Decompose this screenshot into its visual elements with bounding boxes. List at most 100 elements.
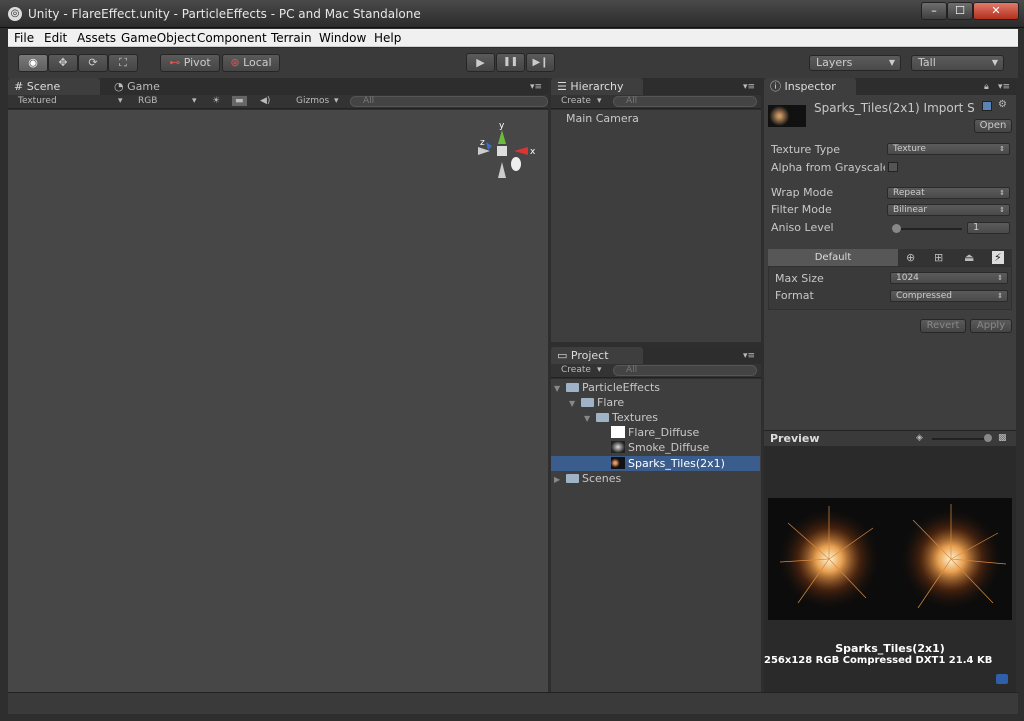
hierarchy-create-button[interactable]: Create xyxy=(561,96,591,106)
gizmo-neg-y-cone[interactable] xyxy=(498,162,506,178)
menu-help[interactable]: Help xyxy=(374,31,401,45)
gizmo-neg-z-cone[interactable] xyxy=(511,157,521,171)
maximize-button[interactable]: ☐ xyxy=(947,2,973,20)
open-button[interactable]: Open xyxy=(974,119,1012,133)
menu-component[interactable]: Component xyxy=(197,31,267,45)
scene-search-input[interactable]: All xyxy=(350,96,548,107)
step-button[interactable]: ▶❙ xyxy=(526,53,555,72)
gizmo-y-cone[interactable] xyxy=(498,130,506,144)
apply-button[interactable]: Apply xyxy=(970,319,1012,333)
mip-icon[interactable]: ◈ xyxy=(916,433,923,443)
panel-menu-icon[interactable]: ▾≡ xyxy=(998,82,1010,92)
settings-gear-icon[interactable]: ⚙ xyxy=(998,99,1007,110)
pause-button[interactable]: ❚❚ xyxy=(496,53,525,72)
scale-tool-button[interactable]: ⛶ xyxy=(108,54,138,72)
tab-hierarchy-label: Hierarchy xyxy=(570,80,624,93)
expand-arrow-icon[interactable]: ▼ xyxy=(584,414,596,423)
pivot-toggle[interactable]: ⊷ Pivot xyxy=(160,54,220,72)
globe-icon[interactable]: ⊕ xyxy=(906,251,915,264)
play-button[interactable]: ▶ xyxy=(466,53,495,72)
tree-item-smoke-diffuse[interactable]: Smoke_Diffuse xyxy=(611,441,709,454)
alpha-checker-icon[interactable]: ▩ xyxy=(998,433,1007,443)
layers-dropdown[interactable]: Layers ▼ xyxy=(809,55,901,71)
layout-dropdown[interactable]: Tall ▼ xyxy=(911,55,1004,71)
menu-assets[interactable]: Assets xyxy=(77,31,116,45)
mip-slider-track[interactable] xyxy=(932,438,988,440)
aniso-slider-track[interactable] xyxy=(892,228,962,230)
asset-title: Sparks_Tiles(2x1) Import S xyxy=(814,101,975,115)
lock-icon[interactable]: 🔒︎ xyxy=(984,82,989,92)
panel-menu-icon[interactable]: ▾≡ xyxy=(743,351,755,361)
tab-hierarchy[interactable]: ☰ Hierarchy xyxy=(551,78,643,96)
tab-project-label: Project xyxy=(570,349,609,362)
scene-viewport[interactable]: y x z xyxy=(8,110,548,692)
flash-icon[interactable]: ⚡ xyxy=(992,251,1004,264)
revert-button[interactable]: Revert xyxy=(920,319,966,333)
collapsed-arrow-icon[interactable]: ▶ xyxy=(554,475,566,484)
hierarchy-item[interactable]: Main Camera xyxy=(566,112,639,125)
tree-item-sparks-tiles[interactable]: Sparks_Tiles(2x1) xyxy=(551,456,760,471)
gizmo-center-cube[interactable] xyxy=(497,146,507,156)
folder-icon: ▭ xyxy=(557,349,568,362)
menu-gameobject[interactable]: GameObject xyxy=(121,31,196,45)
tree-item-particleeffects[interactable]: ▼ ParticleEffects xyxy=(554,381,660,394)
tree-item-flare-diffuse[interactable]: Flare_Diffuse xyxy=(611,426,699,439)
move-tool-button[interactable]: ✥ xyxy=(48,54,78,72)
tab-project[interactable]: ▭ Project xyxy=(551,347,643,365)
scene-tabstrip: # Scene ◔ Game ▾≡ xyxy=(8,78,548,96)
close-button[interactable]: ✕ xyxy=(973,2,1019,20)
hierarchy-toolbar: Create ▾ All xyxy=(551,95,761,109)
audio-toggle-icon[interactable]: ◀) xyxy=(260,96,270,106)
max-size-dropdown[interactable]: 1024 ⇕ xyxy=(890,272,1008,284)
panel-menu-icon[interactable]: ▾≡ xyxy=(743,82,755,92)
mip-slider-thumb[interactable] xyxy=(984,434,992,442)
wrap-mode-dropdown[interactable]: Repeat ⇕ xyxy=(887,187,1010,199)
tab-inspector[interactable]: ⓘ Inspector xyxy=(764,78,856,96)
skybox-toggle-icon[interactable]: ▬ xyxy=(232,96,247,106)
lighting-toggle-icon[interactable]: ☀ xyxy=(212,96,220,106)
title-bar: ◎ Unity - FlareEffect.unity - ParticleEf… xyxy=(0,0,1024,28)
texture-type-dropdown[interactable]: Texture ⇕ xyxy=(887,143,1010,155)
android-icon[interactable]: ⏏ xyxy=(964,251,974,264)
hierarchy-search-input[interactable]: All xyxy=(613,96,757,107)
pivot-icon: ⊷ xyxy=(169,56,181,69)
tree-item-scenes[interactable]: ▶ Scenes xyxy=(554,472,621,485)
render-mode-dropdown[interactable]: Textured xyxy=(18,96,57,106)
local-toggle[interactable]: ⊛ Local xyxy=(222,54,280,72)
menu-file[interactable]: File xyxy=(14,31,34,45)
tree-label: Textures xyxy=(612,411,658,424)
channel-dropdown[interactable]: RGB xyxy=(138,96,157,106)
standalone-icon[interactable]: ⊞ xyxy=(934,251,943,264)
menu-edit[interactable]: Edit xyxy=(44,31,67,45)
gizmos-dropdown[interactable]: Gizmos xyxy=(296,96,329,106)
asset-bundle-icon[interactable] xyxy=(996,674,1008,684)
menu-terrain[interactable]: Terrain xyxy=(271,31,312,45)
project-create-button[interactable]: Create xyxy=(561,365,591,375)
tab-scene[interactable]: # Scene xyxy=(8,78,100,96)
format-dropdown[interactable]: Compressed ⇕ xyxy=(890,290,1008,302)
texture-type-label: Texture Type xyxy=(771,143,841,156)
sparks-texture-render xyxy=(777,504,1007,611)
info-icon: ⓘ xyxy=(770,80,781,93)
aniso-slider-thumb[interactable] xyxy=(892,224,901,233)
tree-item-flare[interactable]: ▼ Flare xyxy=(569,396,624,409)
expand-arrow-icon[interactable]: ▼ xyxy=(554,384,566,393)
view-tool-button[interactable]: ◉ xyxy=(18,54,48,72)
tree-item-textures[interactable]: ▼ Textures xyxy=(584,411,658,424)
project-search-input[interactable]: All xyxy=(613,365,757,376)
platform-tab-default[interactable]: Default xyxy=(768,249,898,266)
minimize-button[interactable]: – xyxy=(921,2,947,20)
tab-game[interactable]: ◔ Game xyxy=(108,78,188,96)
gizmo-x-cone[interactable] xyxy=(514,147,528,155)
aniso-level-input[interactable]: 1 xyxy=(967,222,1010,234)
help-icon[interactable] xyxy=(982,101,992,111)
orientation-gizmo[interactable]: y x z xyxy=(470,118,540,188)
menu-window[interactable]: Window xyxy=(319,31,366,45)
folder-icon xyxy=(596,413,609,422)
expand-arrow-icon[interactable]: ▼ xyxy=(569,399,581,408)
panel-menu-icon[interactable]: ▾≡ xyxy=(530,82,542,92)
alpha-grayscale-checkbox[interactable] xyxy=(888,162,898,172)
filter-mode-dropdown[interactable]: Bilinear ⇕ xyxy=(887,204,1010,216)
gizmo-z-cone[interactable] xyxy=(486,142,492,150)
rotate-tool-button[interactable]: ⟳ xyxy=(78,54,108,72)
